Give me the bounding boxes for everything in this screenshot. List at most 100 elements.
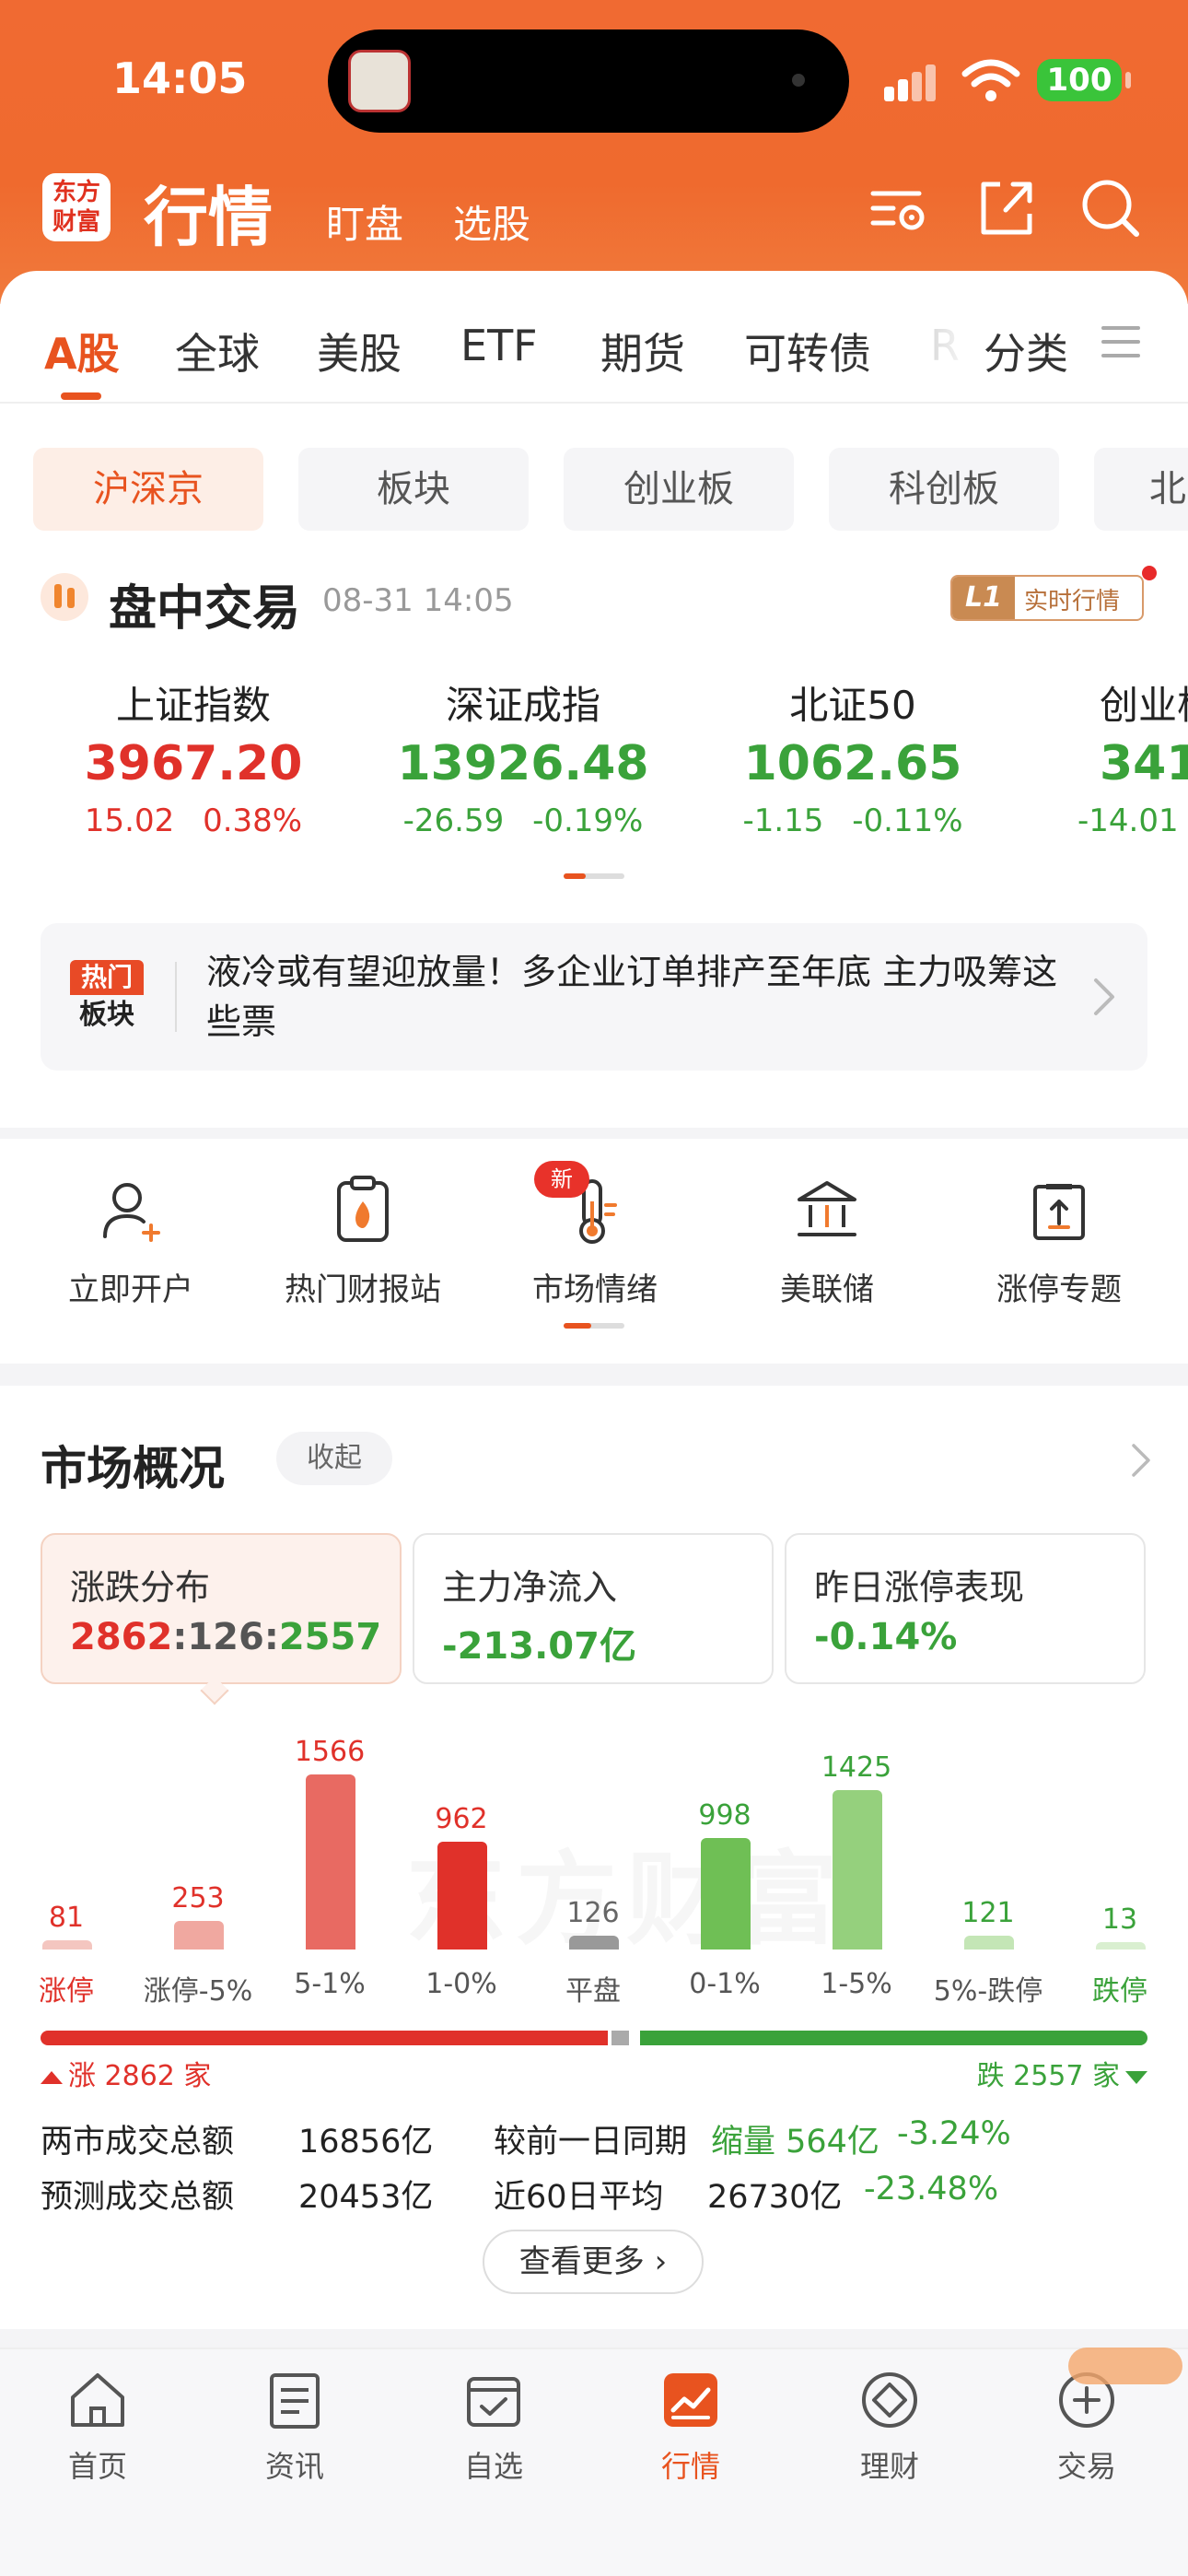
share-icon[interactable] xyxy=(973,175,1039,241)
forecast-row: 预测成交总额 20453亿 近60日平均 26730亿 -23.48% xyxy=(41,2171,1147,2217)
logo-line-1: 东方 xyxy=(52,179,100,206)
bar-value-label: 962 xyxy=(435,1803,488,1835)
bar-value-label: 13 xyxy=(1101,1903,1138,1936)
realtime-label: 实时行情 xyxy=(1024,588,1121,615)
news-headline: 液冷或有望迎放量！多企业订单排产至年底 主力吸筹这些票 xyxy=(206,952,1058,1042)
bar-column: 998 0-1% xyxy=(660,1710,789,2023)
index-card-shanghai[interactable]: 上证指数 3967.20 15.02 0.38% xyxy=(46,674,341,839)
user-add-icon xyxy=(103,1183,160,1242)
chip-chinext[interactable]: 创业板 xyxy=(564,448,794,531)
chip-star-market[interactable]: 科创板 xyxy=(829,448,1059,531)
shortcut-grid: 立即开户 热门财报站 新 市场情绪 美联储 涨停专题 xyxy=(0,1139,1188,1364)
compare-pct: -3.24% xyxy=(897,2115,1011,2152)
shortcut-fed[interactable]: 美联储 xyxy=(726,1174,928,1309)
bar-category-label: 涨停-5% xyxy=(143,1975,253,2008)
realtime-quote-badge[interactable]: L1 实时行情 xyxy=(950,575,1144,621)
avg-value: 26730亿 xyxy=(707,2179,843,2216)
limit-up-icon xyxy=(1033,1184,1085,1240)
home-icon xyxy=(71,2373,124,2427)
stat-value: -213.07亿 xyxy=(442,1625,636,1668)
chip-sectors[interactable]: 板块 xyxy=(298,448,529,531)
index-card-bse50[interactable]: 北证50 1062.65 -1.15 -0.11% xyxy=(705,674,1000,839)
nav-label: 理财 xyxy=(859,2449,919,2484)
arrow-up-icon xyxy=(41,2070,63,2084)
new-badge: 新 xyxy=(534,1161,589,1198)
search-icon[interactable] xyxy=(1077,175,1144,241)
bar-column: 1566 5-1% xyxy=(265,1710,394,2023)
tab-global[interactable]: 全球 xyxy=(175,321,260,381)
chip-beijing[interactable]: 北 xyxy=(1094,448,1188,531)
index-card-chinext[interactable]: 创业板 3410 -14.01 xyxy=(1035,674,1188,839)
app-logo[interactable]: 东方 财富 xyxy=(42,173,111,241)
market-card: A股 全球 美股 ETF 期货 可转债 R 分类 沪深京 板块 创业板 科创板 … xyxy=(0,271,1188,1128)
logo-line-2: 财富 xyxy=(52,208,100,236)
bar-category-label: 跌停 xyxy=(1092,1975,1147,2008)
index-name: 深证成指 xyxy=(445,683,600,728)
compare-value: 缩量 564亿 xyxy=(711,2124,879,2160)
stat-yesterday-limit-up[interactable]: 昨日涨停表现 -0.14% xyxy=(785,1533,1146,1684)
nav-label: 首页 xyxy=(67,2449,127,2484)
bottom-nav: 首页 资讯 自选 行情 理财 交易 xyxy=(0,2348,1188,2576)
live-trading-row: 盘中交易 08-31 14:05 L1 实时行情 xyxy=(0,566,1188,637)
advance-decline-bar xyxy=(41,2031,1147,2045)
view-more-button[interactable]: 查看更多 › xyxy=(483,2230,704,2294)
nav-home[interactable]: 首页 xyxy=(24,2368,171,2486)
tab-futures[interactable]: 期货 xyxy=(600,321,685,381)
tab-etf[interactable]: ETF xyxy=(460,321,538,370)
bar xyxy=(964,1936,1014,1950)
news-divider xyxy=(175,962,177,1032)
bar-value-label: 126 xyxy=(566,1897,620,1929)
status-time: 14:05 xyxy=(112,53,248,103)
bar-column: 81 涨停 xyxy=(2,1710,131,2023)
chevron-right-icon xyxy=(1094,978,1114,1015)
index-name: 北证50 xyxy=(789,683,916,728)
turnover-row: 两市成交总额 16856亿 较前一日同期 缩量 564亿 -3.24% xyxy=(41,2115,1147,2161)
nav-watchlist[interactable]: 自选 xyxy=(420,2368,567,2486)
now-playing-thumbnail[interactable] xyxy=(348,50,411,112)
bar xyxy=(437,1842,487,1950)
nav-finance[interactable]: 理财 xyxy=(816,2368,963,2486)
menu-icon[interactable] xyxy=(1101,326,1140,359)
advance-segment xyxy=(41,2031,608,2045)
shortcut-label: 市场情绪 xyxy=(532,1271,658,1308)
nav-news[interactable]: 资讯 xyxy=(221,2368,368,2486)
decline-count: 跌 2557 家 xyxy=(977,2053,1147,2093)
stat-main-inflow[interactable]: 主力净流入 -213.07亿 xyxy=(413,1533,774,1684)
bar-category-label: 涨停 xyxy=(39,1975,94,2008)
chip-sh-sz-bj[interactable]: 沪深京 xyxy=(33,448,263,531)
nav-market[interactable]: 行情 xyxy=(617,2368,764,2486)
index-name: 上证指数 xyxy=(115,683,271,728)
wifi-icon xyxy=(961,59,1020,101)
tab-us-stocks[interactable]: 美股 xyxy=(317,321,402,381)
bar xyxy=(42,1940,92,1950)
stat-advance-decline[interactable]: 涨跌分布 2862:126:2557 xyxy=(41,1533,402,1684)
shortcut-limit-up[interactable]: 涨停专题 xyxy=(958,1174,1160,1309)
hot-sector-news[interactable]: 热门 板块 液冷或有望迎放量！多企业订单排产至年底 主力吸筹这些票 xyxy=(41,923,1147,1071)
app-header: 14:05 100 东方 财富 行情 盯盘 选股 xyxy=(0,0,1188,304)
collapse-button[interactable]: 收起 xyxy=(276,1432,392,1485)
shortcut-label: 美联储 xyxy=(780,1271,874,1308)
shortcut-earnings[interactable]: 热门财报站 xyxy=(262,1174,464,1309)
index-card-shenzhen[interactable]: 深证成指 13926.48 -26.59 -0.19% xyxy=(376,674,670,839)
bar-value-label: 121 xyxy=(961,1897,1015,1929)
forecast-label: 预测成交总额 xyxy=(41,2179,235,2216)
dynamic-island xyxy=(328,29,849,133)
decline-segment xyxy=(640,2031,1147,2045)
tab-watch[interactable]: 盯盘 xyxy=(326,193,403,250)
chevron-right-icon[interactable] xyxy=(1131,1443,1151,1478)
tab-convertible-bonds[interactable]: 可转债 xyxy=(744,321,871,381)
index-change: -26.59 -0.19% xyxy=(402,802,644,839)
finance-icon xyxy=(862,2372,917,2428)
flat-segment xyxy=(611,2031,629,2045)
settings-list-icon[interactable] xyxy=(866,175,932,241)
nav-trade[interactable]: 交易 xyxy=(1013,2368,1160,2486)
tab-categories[interactable]: 分类 xyxy=(984,321,1068,381)
shortcut-open-account[interactable]: 立即开户 xyxy=(29,1174,232,1309)
bar-category-label: 平盘 xyxy=(565,1975,621,2008)
stat-value: -0.14% xyxy=(814,1616,958,1658)
shortcut-sentiment[interactable]: 新 市场情绪 xyxy=(494,1161,696,1309)
tab-a-share[interactable]: A股 xyxy=(44,321,120,381)
notification-dot xyxy=(1142,566,1157,580)
shortcut-label: 立即开户 xyxy=(68,1271,193,1308)
tab-stock-picker[interactable]: 选股 xyxy=(453,193,530,250)
